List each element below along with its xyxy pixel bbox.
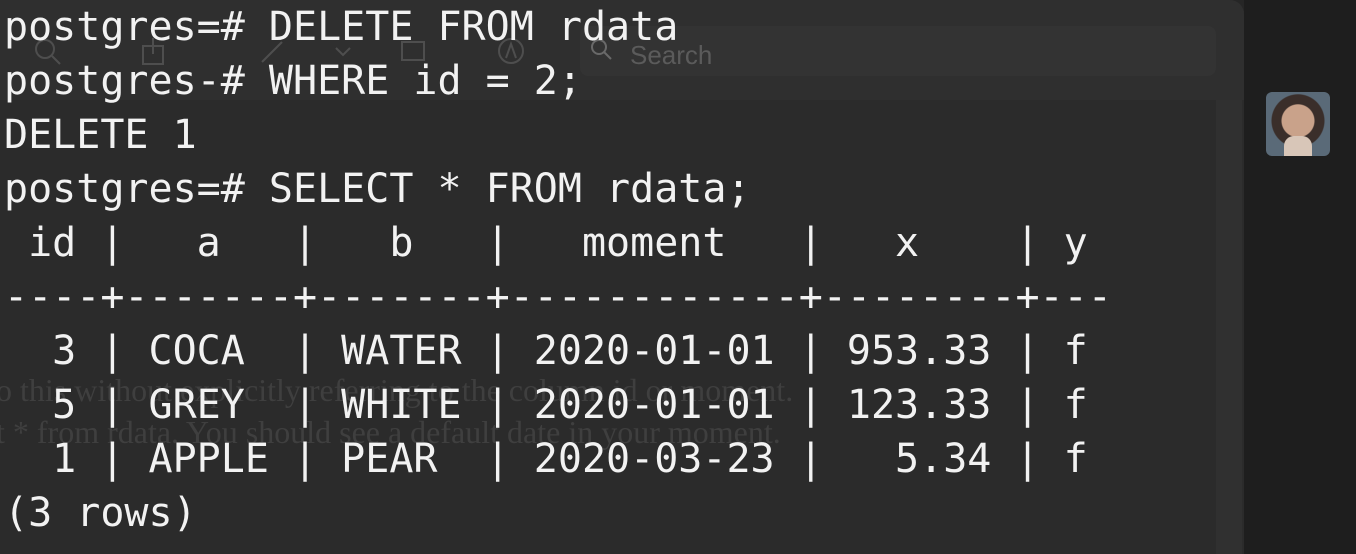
table-header: id | a | b | moment | x | y [4, 220, 1088, 266]
side-panel [1244, 0, 1356, 554]
terminal-line: postgres=# DELETE FROM rdata [4, 4, 679, 50]
row-count: (3 rows) [4, 490, 197, 536]
table-separator: ----+-------+-------+------------+------… [4, 274, 1112, 320]
table-row: 1 | APPLE | PEAR | 2020-03-23 | 5.34 | f [4, 436, 1088, 482]
table-row: 3 | COCA | WATER | 2020-01-01 | 953.33 |… [4, 328, 1088, 374]
terminal-output[interactable]: postgres=# DELETE FROM rdata postgres-# … [0, 0, 1244, 554]
terminal-line: postgres-# WHERE id = 2; [4, 58, 582, 104]
avatar[interactable] [1266, 92, 1330, 156]
terminal-line: DELETE 1 [4, 112, 197, 158]
desktop: Search o this without explicitly referri… [0, 0, 1356, 554]
terminal-line: postgres=# SELECT * FROM rdata; [4, 166, 751, 212]
table-row: 5 | GREY | WHITE | 2020-01-01 | 123.33 |… [4, 382, 1088, 428]
